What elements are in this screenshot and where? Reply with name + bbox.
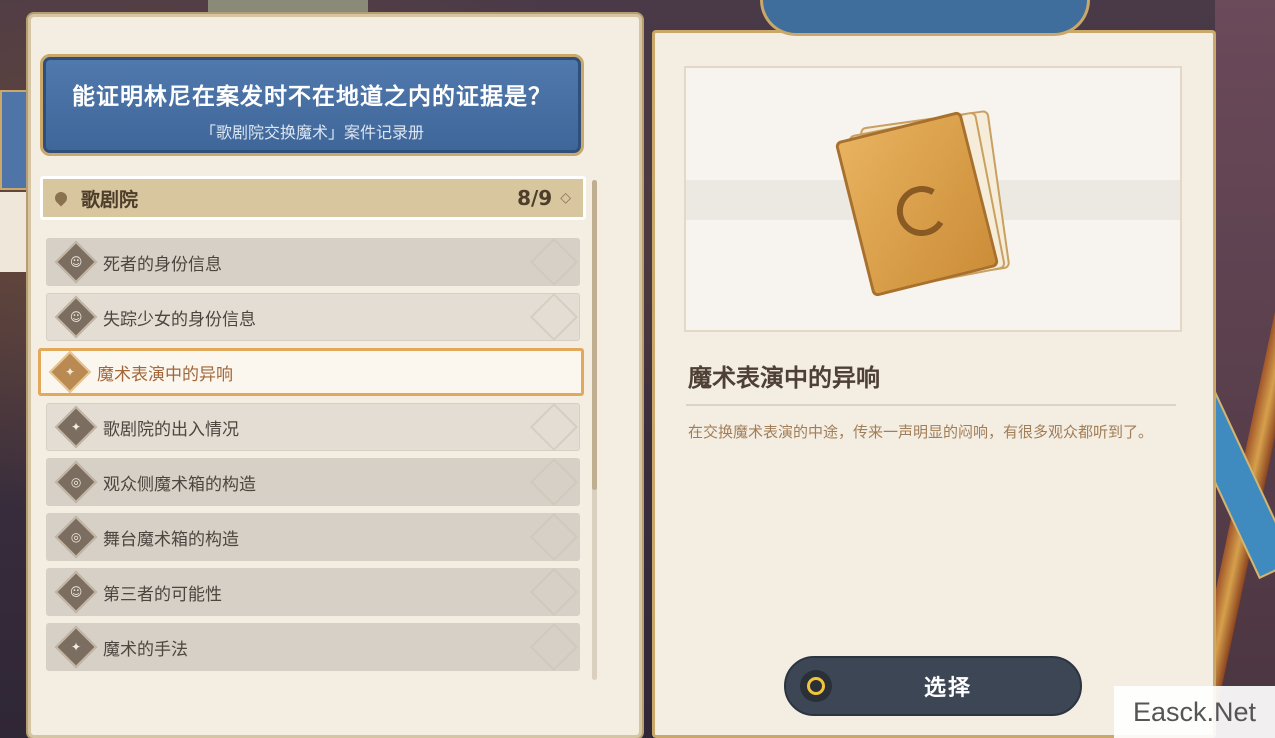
portrait-icon: ☺ (54, 295, 98, 339)
location-pin-icon (52, 189, 70, 207)
clue-item-entry-exit[interactable]: ✦ 歌剧院的出入情况 (46, 402, 580, 452)
clue-list-scrollbar[interactable] (592, 180, 597, 680)
diamond-ornament (529, 512, 579, 562)
location-filter[interactable]: 歌剧院 8/9 ◇ (40, 176, 586, 220)
sound-swirl-icon (891, 180, 953, 242)
clue-item-stage-box[interactable]: ◎ 舞台魔术箱的构造 (46, 512, 580, 562)
clue-label: 第三者的可能性 (103, 584, 222, 605)
diamond-ornament (529, 457, 579, 507)
clue-label: 舞台魔术箱的构造 (103, 529, 239, 550)
clue-detail-title: 魔术表演中的异响 (688, 364, 880, 392)
clue-label: 死者的身份信息 (103, 254, 222, 275)
keyhole-icon: ◎ (54, 515, 98, 559)
clue-item-strange-sound[interactable]: ✦ 魔术表演中的异响 (38, 348, 584, 396)
diamond-ornament (529, 567, 579, 617)
clue-item-audience-box[interactable]: ◎ 观众侧魔术箱的构造 (46, 457, 580, 507)
diamond-ornament (529, 402, 579, 452)
case-record-subtitle: 「歌剧院交换魔术」案件记录册 (199, 123, 424, 142)
clue-item-missing-girl[interactable]: ☺ 失踪少女的身份信息 (46, 292, 580, 342)
clue-image-frame (684, 66, 1182, 332)
diamond-ornament (529, 622, 579, 672)
clue-item-third-party[interactable]: ☺ 第三者的可能性 (46, 567, 580, 617)
question-title: 能证明林尼在案发时不在地道之内的证据是？ (72, 84, 552, 110)
scrollbar-thumb[interactable] (592, 180, 597, 490)
clue-item-victim-identity[interactable]: ☺ 死者的身份信息 (46, 237, 580, 287)
confirm-ring-icon (800, 670, 832, 702)
portrait-icon: ☺ (54, 240, 98, 284)
document-icon: ✦ (54, 405, 98, 449)
location-name: 歌剧院 (81, 188, 139, 211)
question-banner: 能证明林尼在案发时不在地道之内的证据是？ 「歌剧院交换魔术」案件记录册 (40, 54, 584, 156)
clue-list: ☺ 死者的身份信息 ☺ 失踪少女的身份信息 ✦ 魔术表演中的异响 ✦ 歌剧院的出… (38, 237, 584, 678)
diamond-ornament (529, 292, 579, 342)
clue-label: 观众侧魔术箱的构造 (103, 474, 256, 495)
watermark: Easck.Net (1114, 686, 1275, 738)
arch-ornament (760, 0, 1090, 36)
clue-label: 歌剧院的出入情况 (103, 419, 239, 440)
divider (686, 404, 1176, 406)
clue-count: 8/9 (517, 186, 553, 210)
keyhole-icon: ◎ (54, 460, 98, 504)
select-button[interactable]: 选择 (784, 656, 1082, 716)
clue-detail-description: 在交换魔术表演的中途，传来一声明显的闷响，有很多观众都听到了。 (688, 423, 1154, 441)
clue-label: 魔术表演中的异响 (97, 364, 233, 385)
case-file-book-icon (834, 109, 1011, 298)
select-button-label: 选择 (924, 676, 973, 701)
diamond-ornament (529, 237, 579, 287)
document-icon: ✦ (48, 350, 92, 394)
document-icon: ✦ (54, 625, 98, 669)
clue-label: 魔术的手法 (103, 639, 188, 660)
portrait-icon: ☺ (54, 570, 98, 614)
clue-item-magic-method[interactable]: ✦ 魔术的手法 (46, 622, 580, 672)
clue-label: 失踪少女的身份信息 (103, 309, 256, 330)
sort-toggle-icon[interactable]: ◇ (560, 190, 571, 206)
